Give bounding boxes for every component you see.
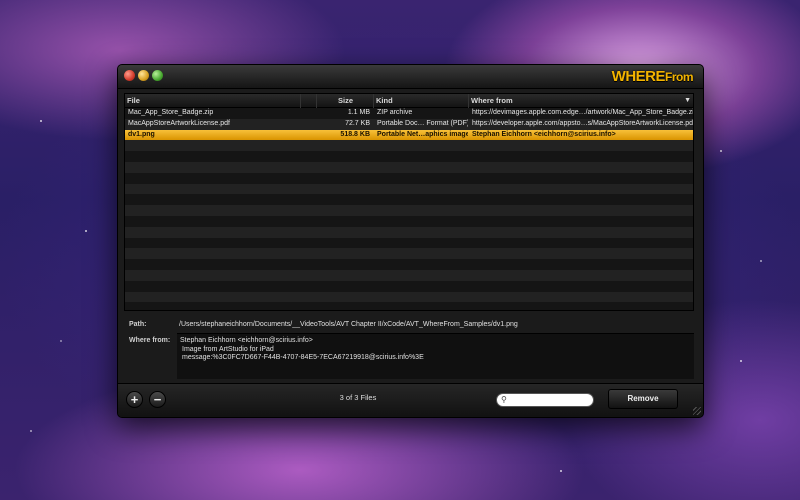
details-panel: Path: /Users/stephaneichhorn/Documents/_… [124,315,694,381]
path-label: Path: [129,321,147,328]
star [760,260,762,262]
empty-table-row[interactable] [125,172,693,184]
remove-button[interactable]: Remove [608,389,678,409]
star [30,430,32,432]
zoom-button[interactable] [152,70,163,81]
column-header-where[interactable]: Where from ▼ [469,94,693,108]
cell-where-from: https://devimages.apple.com.edge…/artwor… [472,109,694,116]
star [740,360,742,362]
where-from-line: Stephan Eichhorn <eichhorn@scirius.info> [180,337,313,344]
column-header-kind[interactable]: Kind [374,94,469,108]
cell-kind: ZIP archive [377,109,413,116]
column-header-size[interactable]: Size [317,94,374,108]
star [720,150,722,152]
remove-item-button[interactable]: − [149,391,166,408]
path-value: /Users/stephaneichhorn/Documents/__Video… [179,321,518,328]
empty-table-row[interactable] [125,237,693,249]
star [40,120,42,122]
app-logo: WHEREFrom [611,68,694,85]
cell-file: MacAppStoreArtworkLicense.pdf [128,119,230,127]
cell-size: 72.7 KB [345,119,370,127]
logo-main: WHERE [611,68,666,85]
empty-table-row[interactable] [125,280,693,292]
empty-table-row[interactable] [125,259,693,270]
empty-table-row[interactable] [125,161,693,173]
minimize-button[interactable] [138,70,149,81]
cell-where-from: Stephan Eichhorn <eichhorn@scirius.info> [472,130,616,138]
table-row-selected[interactable]: dv1.png 518.8 KB Portable Net…aphics ima… [125,129,693,141]
column-header-file[interactable]: File [125,94,301,108]
search-icon: ⚲ [501,395,507,404]
empty-table-row[interactable] [125,205,693,216]
cell-where-from: https://developer.apple.com/appsto…s/Mac… [472,119,694,127]
where-from-textbox[interactable]: Stephan Eichhorn <eichhorn@scirius.info>… [177,333,694,379]
files-count-label: 3 of 3 Files [339,393,377,402]
cell-file: dv1.png [128,130,155,138]
empty-table-row[interactable] [125,248,693,260]
resize-grip[interactable] [693,407,701,415]
cell-size: 518.8 KB [340,130,370,138]
empty-table-row[interactable] [125,269,693,281]
cell-kind: Portable Net…aphics image [377,130,468,138]
table-body: Mac_App_Store_Badge.zip 1.1 MB ZIP archi… [125,108,694,310]
column-header-where-label: Where from [471,96,513,105]
empty-table-row[interactable] [125,291,693,303]
table-header: File Size Kind Where from ▼ [125,94,693,108]
star [560,470,562,472]
title-bar[interactable]: WHEREFrom [118,65,703,89]
files-table[interactable]: File Size Kind Where from ▼ Mac_App_Stor… [124,93,694,311]
empty-table-row[interactable] [125,140,693,152]
empty-table-row[interactable] [125,302,693,310]
where-from-line: message:%3C0FC7D667-F44B-4707-84E5-7ECA6… [182,354,424,361]
search-field[interactable]: ⚲ [496,393,594,407]
empty-table-row[interactable] [125,215,693,227]
column-header-spacer [301,94,317,108]
where-from-label: Where from: [129,337,171,344]
cell-size: 1.1 MB [347,109,370,116]
bottom-toolbar: + − 3 of 3 Files ⚲ Remove [118,383,703,417]
add-button[interactable]: + [126,391,143,408]
where-from-line: Image from ArtStudio for iPad [182,345,274,353]
table-row[interactable]: MacAppStoreArtworkLicense.pdf 72.7 KB Po… [125,118,694,130]
logo-suffix: From [665,70,694,84]
empty-table-row[interactable] [125,151,693,162]
star [60,340,62,342]
close-button[interactable] [124,70,135,81]
search-input[interactable] [510,395,590,405]
empty-table-row[interactable] [125,226,693,238]
table-row[interactable]: Mac_App_Store_Badge.zip 1.1 MB ZIP archi… [125,108,693,119]
cell-file: Mac_App_Store_Badge.zip [128,109,214,116]
cell-kind: Portable Doc… Format (PDF) [377,119,468,127]
empty-table-row[interactable] [125,194,693,206]
app-window: WHEREFrom File Size Kind Where from ▼ Ma… [117,64,704,418]
star [85,230,87,232]
sort-descending-icon[interactable]: ▼ [684,94,691,108]
empty-table-row[interactable] [125,183,693,195]
